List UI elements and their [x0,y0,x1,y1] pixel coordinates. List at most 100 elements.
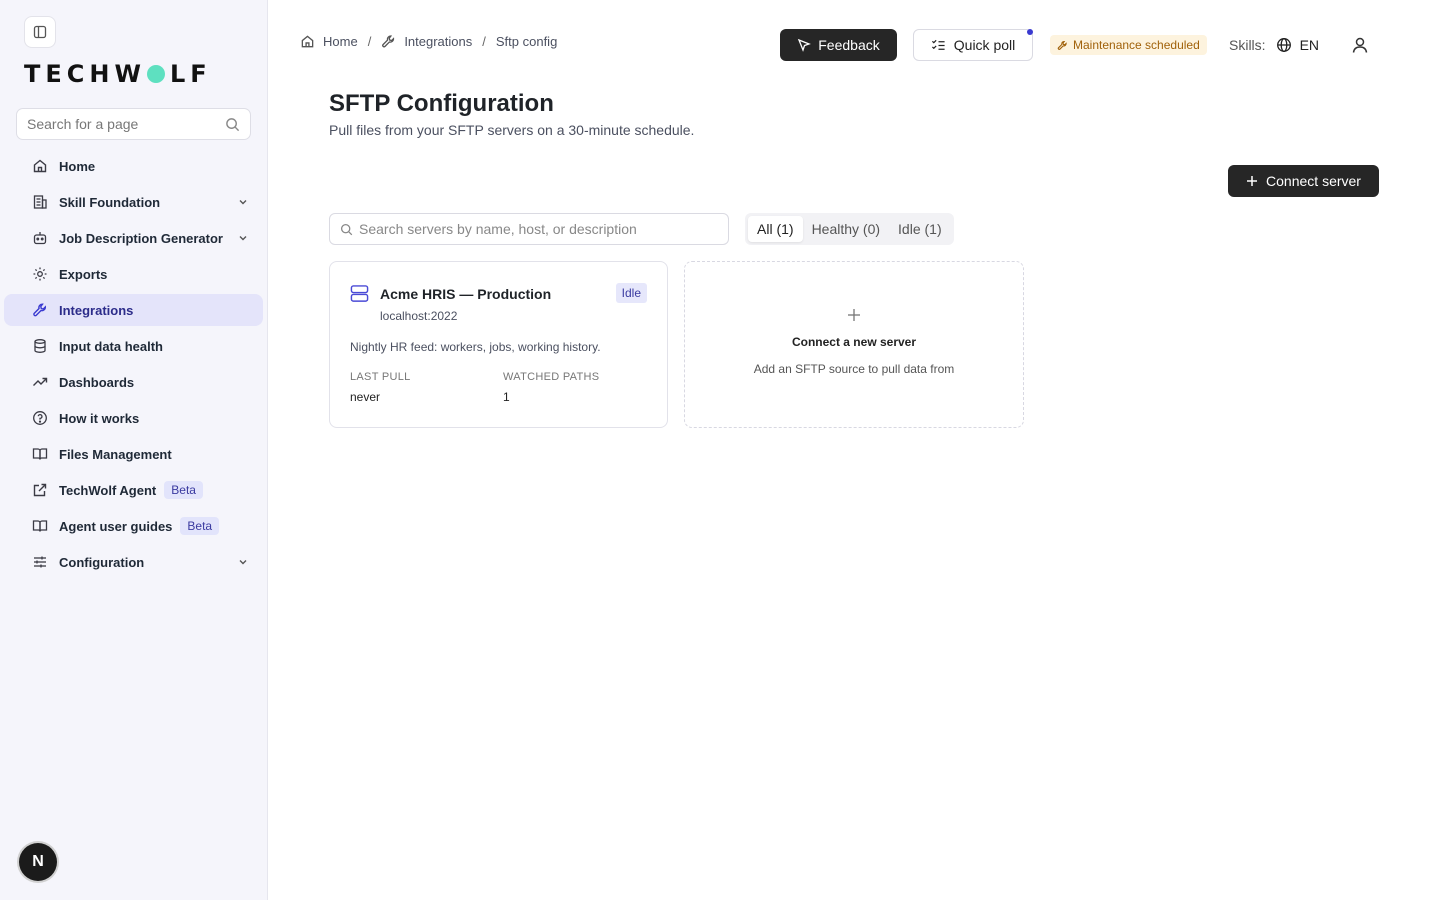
language-label: EN [1299,37,1320,53]
last-pull-value: never [350,390,381,404]
watched-paths-label: WATCHED PATHS [503,371,600,383]
sidebar-item-label: Skill Foundation [59,194,161,210]
trending-up-icon [31,373,49,391]
breadcrumb-home[interactable]: Home [300,34,358,49]
book-open-icon [31,517,49,535]
external-link-icon [31,481,49,499]
sidebar-item-techwolf-agent[interactable]: TechWolf Agent Beta [4,474,263,506]
server-icon [350,284,369,303]
sidebar-item-label: Home [59,158,96,174]
plus-icon [847,308,861,322]
search-icon[interactable] [225,117,240,132]
hammer-icon [1057,40,1068,51]
server-search [329,213,729,245]
sidebar-item-skill-foundation[interactable]: Skill Foundation [4,186,263,218]
beta-badge: Beta [180,517,220,535]
sidebar-item-label: Exports [59,266,108,282]
wrench-icon [31,301,49,319]
logo-dot [146,65,165,83]
list-checks-icon [931,38,946,53]
breadcrumb: Home / Integrations / Sftp config [300,34,557,49]
home-icon [300,34,315,49]
server-search-input[interactable] [359,221,718,237]
new-server-title: Connect a new server [791,335,917,349]
sidebar-item-exports[interactable]: Exports [4,258,263,290]
sidebar-item-dashboards[interactable]: Dashboards [4,366,263,398]
feedback-button[interactable]: Feedback [780,29,897,61]
sidebar-item-how-it-works[interactable]: How it works [4,402,263,434]
sidebar-item-input-data-health[interactable]: Input data health [4,330,263,362]
connect-server-button[interactable]: Connect server [1228,165,1379,197]
sidebar-item-label: TechWolf Agent [59,482,157,498]
server-card[interactable]: Acme HRIS — Production localhost:2022 Id… [329,261,668,428]
home-icon [31,157,49,175]
sidebar-nav: Home Skill Foundation Job Description Ge… [4,150,263,582]
status-filter-tabs: All (1) Healthy (0) Idle (1) [745,213,954,245]
chevron-down-icon[interactable] [237,196,249,208]
sidebar-item-label: How it works [59,410,140,426]
sidebar-item-job-description-generator[interactable]: Job Description Generator [4,222,263,254]
avatar[interactable]: N [19,843,57,881]
sidebar-item-label: Configuration [59,554,145,570]
page-search-input[interactable] [27,116,225,132]
sidebar-item-files-management[interactable]: Files Management [4,438,263,470]
book-open-icon [31,445,49,463]
logo-text-left: TECHW [24,60,146,88]
language-selector[interactable]: EN [1276,37,1319,53]
sidebar-item-integrations[interactable]: Integrations [4,294,263,326]
sidebar-toggle-button[interactable] [24,16,56,48]
notification-dot [1027,29,1033,35]
plus-icon [1246,175,1258,187]
new-server-subtitle: Add an SFTP source to pull data from [753,362,955,376]
building-icon [31,193,49,211]
quick-poll-button[interactable]: Quick poll [913,29,1033,61]
maintenance-badge[interactable]: Maintenance scheduled [1050,35,1207,55]
quick-poll-label: Quick poll [953,37,1016,53]
cursor-icon [797,38,812,52]
sidebar-item-label: Input data health [59,338,163,354]
chevron-down-icon[interactable] [237,556,249,568]
logo-text-right: LF [169,60,212,88]
chevron-down-icon[interactable] [237,232,249,244]
sidebar-item-agent-user-guides[interactable]: Agent user guides Beta [4,510,263,542]
feedback-label: Feedback [818,37,880,53]
skills-label: Skills: [1229,37,1266,53]
help-circle-icon [31,409,49,427]
breadcrumb-separator: / [482,34,486,49]
search-icon [340,223,353,236]
filter-all[interactable]: All (1) [748,216,803,242]
wrench-icon [381,34,396,49]
filter-healthy[interactable]: Healthy (0) [803,216,889,242]
status-badge: Idle [615,283,647,303]
server-name: Acme HRIS — Production [380,286,552,302]
watched-paths-value: 1 [503,390,510,404]
last-pull-label: LAST PULL [350,371,411,383]
server-description: Nightly HR feed: workers, jobs, working … [350,340,601,354]
connect-server-label: Connect server [1266,173,1361,189]
breadcrumb-integrations[interactable]: Integrations [381,34,472,49]
breadcrumb-current: Sftp config [495,34,558,49]
breadcrumb-home-label: Home [323,34,358,49]
maintenance-label: Maintenance scheduled [1073,38,1200,52]
sidebar-item-label: Files Management [59,446,172,462]
panel-left-icon [33,25,47,39]
filter-idle[interactable]: Idle (1) [889,216,951,242]
sidebar-item-configuration[interactable]: Configuration [4,546,263,578]
sidebar-item-label: Dashboards [59,374,135,390]
sidebar-item-home[interactable]: Home [4,150,263,182]
connect-new-server-card[interactable]: Connect a new server Add an SFTP source … [684,261,1024,428]
sidebar: TECHW LF Home Skill Foundation [0,0,268,900]
breadcrumb-integrations-label: Integrations [404,34,473,49]
sidebar-item-label: Integrations [59,302,134,318]
bot-icon [31,229,49,247]
user-menu-button[interactable] [1348,33,1372,57]
sidebar-item-label: Agent user guides [59,518,173,534]
sliders-icon [31,553,49,571]
skills-language: Skills: EN [1229,35,1319,55]
database-icon [31,337,49,355]
techwolf-logo[interactable]: TECHW LF [24,60,212,88]
page-title: SFTP Configuration [329,90,554,117]
page-search [16,108,251,140]
globe-icon [1276,37,1292,53]
beta-badge: Beta [164,481,203,499]
